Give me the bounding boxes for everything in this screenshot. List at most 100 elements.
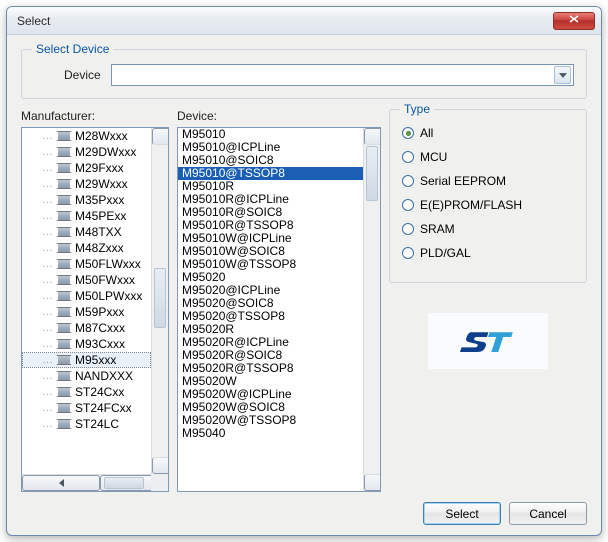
chip-icon [57, 226, 71, 238]
tree-item-label: ST24Cxx [75, 385, 124, 399]
scroll-up-icon[interactable] [364, 128, 381, 145]
radio-option[interactable]: E(E)PROM/FLASH [402, 198, 574, 212]
tree-item[interactable]: …M50LPWxxx [22, 288, 151, 304]
tree-guide-icon: … [42, 195, 53, 206]
radio-option[interactable]: MCU [402, 150, 574, 164]
device-listbox[interactable]: M95010M95010@ICPLineM95010@SOIC8M95010@T… [177, 127, 381, 492]
list-item[interactable]: M95040 [178, 427, 363, 440]
radio-label: E(E)PROM/FLASH [420, 198, 522, 212]
radio-option[interactable]: Serial EEPROM [402, 174, 574, 188]
scroll-down-icon[interactable] [152, 457, 169, 474]
manufacturer-logo [428, 313, 548, 369]
tree-guide-icon: … [42, 291, 53, 302]
chip-icon [57, 242, 71, 254]
radio-label: PLD/GAL [420, 246, 471, 260]
right-panel: Type AllMCUSerial EEPROME(E)PROM/FLASHSR… [389, 109, 587, 492]
radio-icon[interactable] [402, 199, 414, 211]
radio-option[interactable]: PLD/GAL [402, 246, 574, 260]
radio-icon[interactable] [402, 223, 414, 235]
scroll-left-icon[interactable] [22, 475, 100, 491]
type-group-label: Type [400, 102, 434, 116]
tree-item-label: M50FLWxxx [75, 257, 141, 271]
chip-icon [57, 354, 71, 366]
tree-guide-icon: … [42, 243, 53, 254]
tree-item[interactable]: …M87Cxxx [22, 320, 151, 336]
cancel-button[interactable]: Cancel [509, 502, 587, 525]
tree-item-label: M35Pxxx [75, 193, 124, 207]
device-combobox[interactable] [111, 64, 574, 86]
chip-icon [57, 386, 71, 398]
radio-option[interactable]: All [402, 126, 574, 140]
tree-item[interactable]: …ST24FCxx [22, 400, 151, 416]
tree-item[interactable]: …M29Fxxx [22, 160, 151, 176]
radio-option[interactable]: SRAM [402, 222, 574, 236]
chip-icon [57, 402, 71, 414]
scrollbar-thumb[interactable] [154, 268, 166, 328]
radio-label: Serial EEPROM [420, 174, 506, 188]
tree-item[interactable]: … ST24LC [22, 416, 151, 432]
tree-item-label: M29DWxxx [75, 145, 136, 159]
chip-icon [57, 258, 71, 270]
titlebar[interactable]: Select [7, 7, 601, 35]
tree-item[interactable]: …M29DWxxx [22, 144, 151, 160]
radio-icon[interactable] [402, 127, 414, 139]
scroll-up-icon[interactable] [152, 128, 169, 145]
radio-icon[interactable] [402, 151, 414, 163]
chip-icon [57, 370, 71, 382]
tree-item[interactable]: …M93Cxxx [22, 336, 151, 352]
tree-item-label: M29Wxxx [75, 177, 128, 191]
tree-guide-icon: … [42, 163, 53, 174]
tree-item[interactable]: … M48TXX [22, 224, 151, 240]
tree-item-label: M45PExx [75, 209, 126, 223]
tree-item-label: M93Cxxx [75, 337, 125, 351]
chip-icon [57, 306, 71, 318]
tree-item[interactable]: …M50FLWxxx [22, 256, 151, 272]
radio-label: SRAM [420, 222, 455, 236]
tree-item-label: M59Pxxx [75, 305, 124, 319]
tree-item[interactable]: …M95xxx [22, 352, 151, 368]
tree-item-label: M50FWxxx [75, 273, 135, 287]
select-device-group: Select Device Device [21, 49, 587, 99]
type-group: Type AllMCUSerial EEPROME(E)PROM/FLASHSR… [389, 109, 587, 283]
radio-label: MCU [420, 150, 447, 164]
tree-item[interactable]: … M35Pxxx [22, 192, 151, 208]
scrollbar-vertical[interactable] [363, 128, 380, 491]
select-device-group-label: Select Device [32, 42, 113, 56]
manufacturer-tree[interactable]: …M28Wxxx…M29DWxxx…M29Fxxx…M29Wxxx…M35Pxx… [21, 127, 169, 492]
select-button[interactable]: Select [423, 502, 501, 525]
chip-icon [57, 178, 71, 190]
tree-item[interactable]: … M50FWxxx [22, 272, 151, 288]
tree-item-label: ST24LC [75, 417, 119, 431]
close-button[interactable] [553, 12, 595, 30]
manufacturer-label: Manufacturer: [21, 109, 169, 123]
tree-guide-icon: … [42, 419, 53, 430]
chevron-down-icon[interactable] [554, 66, 571, 84]
tree-item[interactable]: …M29Wxxx [22, 176, 151, 192]
scrollbar-thumb-h[interactable] [104, 477, 144, 489]
tree-guide-icon: … [42, 275, 53, 286]
chip-icon [57, 290, 71, 302]
tree-item[interactable]: …NANDXXX [22, 368, 151, 384]
chip-icon [57, 146, 71, 158]
tree-item-label: M48TXX [75, 225, 122, 239]
tree-guide-icon: … [42, 323, 53, 334]
window-title: Select [17, 14, 553, 28]
tree-guide-icon: … [42, 403, 53, 414]
tree-item[interactable]: …M28Wxxx [22, 128, 151, 144]
st-logo-icon [459, 326, 517, 356]
tree-guide-icon: … [42, 227, 53, 238]
tree-guide-icon: … [42, 387, 53, 398]
radio-icon[interactable] [402, 247, 414, 259]
chip-icon [57, 274, 71, 286]
scrollbar-horizontal[interactable] [22, 474, 151, 491]
tree-item[interactable]: …M59Pxxx [22, 304, 151, 320]
chip-icon [57, 322, 71, 334]
tree-item[interactable]: …M48Zxxx [22, 240, 151, 256]
radio-icon[interactable] [402, 175, 414, 187]
scrollbar-thumb[interactable] [366, 146, 378, 201]
tree-item[interactable]: … ST24Cxx [22, 384, 151, 400]
scrollbar-vertical[interactable] [151, 128, 168, 474]
tree-item[interactable]: …M45PExx [22, 208, 151, 224]
scroll-down-icon[interactable] [364, 474, 381, 491]
device-label: Device: [177, 109, 381, 123]
